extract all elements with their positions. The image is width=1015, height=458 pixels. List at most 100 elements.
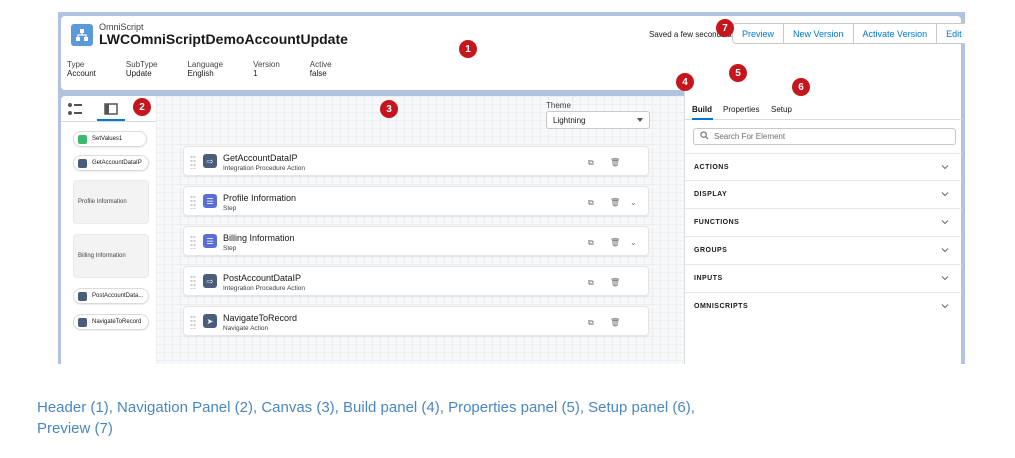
drag-handle-icon[interactable] <box>190 275 196 289</box>
clone-icon[interactable]: ⧉ <box>588 238 594 248</box>
nav-item-billing-information[interactable]: Billing Information <box>73 234 149 278</box>
edit-button[interactable]: Edit <box>936 23 965 44</box>
active-tab-indicator <box>692 118 713 120</box>
section-label: OMNISCRIPTS <box>694 303 749 310</box>
meta-version: Version 1 <box>253 60 280 78</box>
caption-text: (3), <box>312 399 344 416</box>
nav-item-getaccountdataip[interactable]: GetAccountDataIP <box>73 155 149 171</box>
caption-link-properties-panel[interactable]: Properties panel <box>448 399 557 416</box>
preview-button[interactable]: Preview <box>732 23 785 44</box>
delete-icon[interactable]: 🗑 <box>610 278 620 287</box>
integration-icon: ⇨ <box>203 154 217 168</box>
meta-key: Active <box>309 60 332 69</box>
integration-icon: ⇨ <box>203 274 217 288</box>
theme-label: Theme <box>546 101 571 110</box>
activate-version-button[interactable]: Activate Version <box>852 23 938 44</box>
section-label: FUNCTIONS <box>694 219 740 226</box>
nav-item-navigatetorecord[interactable]: NavigateToRecord <box>73 314 149 330</box>
caption-link-build-panel[interactable]: Build panel <box>343 399 417 416</box>
drag-handle-icon[interactable] <box>190 195 196 209</box>
delete-icon[interactable]: 🗑 <box>610 318 620 327</box>
section-label: DISPLAY <box>694 191 728 198</box>
omniscript-designer-screenshot: OmniScript LWCOmniScriptDemoAccountUpdat… <box>58 12 965 364</box>
canvas-element-profile-information[interactable]: ☰ Profile Information Step ⧉ 🗑 ⌄ <box>183 186 649 216</box>
chevron-down-icon <box>941 220 949 225</box>
search-input[interactable]: Search For Element <box>693 128 956 145</box>
chevron-down-icon[interactable]: ⌄ <box>630 198 637 207</box>
tab-build[interactable]: Build <box>692 105 712 114</box>
navigate-icon <box>78 317 87 327</box>
figure-caption: Header (1), Navigation Panel (2), Canvas… <box>37 397 987 439</box>
section-functions[interactable]: FUNCTIONS <box>685 209 962 237</box>
callout-badge-3: 3 <box>380 100 398 118</box>
caption-link-header[interactable]: Header <box>37 399 86 416</box>
clone-icon[interactable]: ⧉ <box>588 198 594 208</box>
section-omniscripts[interactable]: OMNISCRIPTS <box>685 293 962 321</box>
canvas-element-navigatetorecord[interactable]: ➤ NavigateToRecord Navigate Action ⧉ 🗑 <box>183 306 649 336</box>
caption-text: (2), <box>230 399 262 416</box>
element-title: NavigateToRecord <box>223 313 298 323</box>
section-groups[interactable]: GROUPS <box>685 237 962 265</box>
delete-icon[interactable]: 🗑 <box>610 198 620 207</box>
chevron-down-icon <box>941 165 949 170</box>
caption-link-canvas[interactable]: Canvas <box>261 399 312 416</box>
clone-icon[interactable]: ⧉ <box>588 158 594 168</box>
chevron-down-icon <box>941 248 949 253</box>
caption-link-navigation-panel[interactable]: Navigation Panel <box>117 399 230 416</box>
canvas: Theme Lightning ⇨ GetAccountDataIP Integ… <box>156 96 684 364</box>
chevron-down-icon <box>941 304 949 309</box>
tab-setup[interactable]: Setup <box>771 105 792 114</box>
caption-link-preview[interactable]: Preview <box>37 420 90 437</box>
callout-badge-6: 6 <box>792 78 810 96</box>
caption-text: (5), <box>557 399 589 416</box>
tab-properties[interactable]: Properties <box>723 105 759 114</box>
section-label: ACTIONS <box>694 164 729 171</box>
new-version-button[interactable]: New Version <box>783 23 854 44</box>
nav-item-setvalues1[interactable]: SetValues1 <box>73 131 147 147</box>
meta-key: SubType <box>125 60 158 69</box>
chevron-down-icon <box>637 118 643 122</box>
section-display[interactable]: DISPLAY <box>685 181 962 209</box>
section-inputs[interactable]: INPUTS <box>685 265 962 293</box>
element-title: Profile Information <box>223 193 297 203</box>
section-actions[interactable]: ACTIONS <box>685 153 962 181</box>
element-subtitle: Navigate Action <box>223 325 269 332</box>
callout-badge-1: 1 <box>459 40 477 58</box>
element-title: GetAccountDataIP <box>223 153 298 163</box>
element-subtitle: Step <box>223 245 237 252</box>
nav-item-profile-information[interactable]: Profile Information <box>73 180 149 224</box>
tree-view-icon[interactable] <box>67 101 83 117</box>
omniscript-app-icon <box>71 24 93 46</box>
meta-key: Type <box>67 60 85 69</box>
theme-select[interactable]: Lightning <box>546 111 650 129</box>
delete-icon[interactable]: 🗑 <box>610 238 620 247</box>
drag-handle-icon[interactable] <box>190 315 196 329</box>
drag-handle-icon[interactable] <box>190 235 196 249</box>
metadata-row: Type Account SubType Update Language Englis… <box>67 60 362 78</box>
meta-value: 1 <box>253 69 258 78</box>
drag-handle-icon[interactable] <box>190 155 196 169</box>
canvas-element-getaccountdataip[interactable]: ⇨ GetAccountDataIP Integration Procedure… <box>183 146 649 176</box>
element-subtitle: Step <box>223 205 237 212</box>
chevron-down-icon <box>941 276 949 281</box>
page-title: LWCOmniScriptDemoAccountUpdate <box>99 31 348 47</box>
canvas-element-billing-information[interactable]: ☰ Billing Information Step ⧉ 🗑 ⌄ <box>183 226 649 256</box>
header: OmniScript LWCOmniScriptDemoAccountUpdat… <box>61 16 965 90</box>
meta-active: Active false <box>310 60 332 78</box>
caption-text: (7) <box>90 420 113 437</box>
element-subtitle: Integration Procedure Action <box>223 285 306 292</box>
delete-icon[interactable]: 🗑 <box>610 158 620 167</box>
caption-link-setup-panel[interactable]: Setup panel <box>588 399 668 416</box>
section-label: INPUTS <box>694 275 723 282</box>
canvas-element-postaccountdataip[interactable]: ⇨ PostAccountDataIP Integration Procedur… <box>183 266 649 296</box>
caption-text: (1), <box>86 399 118 416</box>
search-icon <box>700 131 709 142</box>
callout-badge-2: 2 <box>133 98 151 116</box>
panel-view-icon[interactable] <box>103 101 119 117</box>
clone-icon[interactable]: ⧉ <box>588 278 594 288</box>
meta-key: Language <box>187 60 224 69</box>
clone-icon[interactable]: ⧉ <box>588 318 594 328</box>
nav-item-postaccountdata[interactable]: PostAccountData... <box>73 288 149 304</box>
chevron-down-icon[interactable]: ⌄ <box>630 238 637 247</box>
section-label: GROUPS <box>694 247 728 254</box>
